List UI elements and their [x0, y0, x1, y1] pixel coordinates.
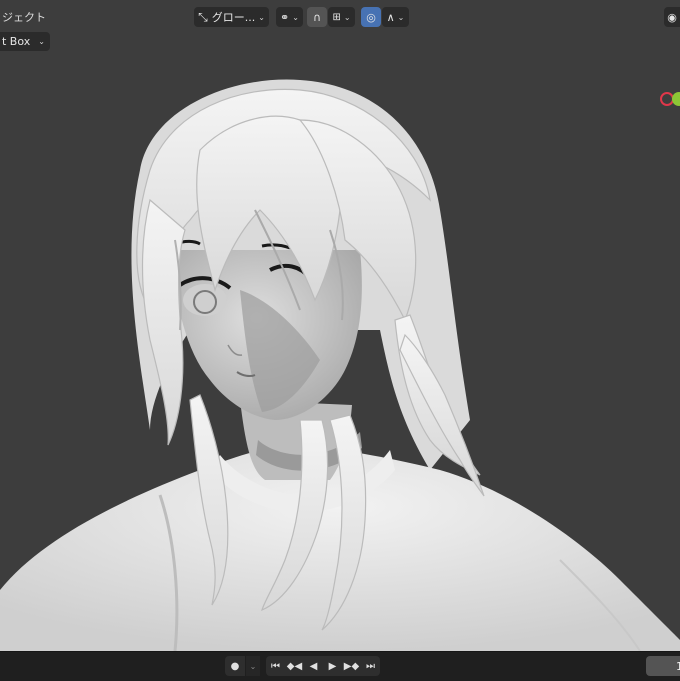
eye-icon: ◉ [667, 10, 677, 24]
transform-orientation-label: グロー... [211, 11, 256, 24]
chevron-down-icon: ⌄ [249, 661, 257, 671]
prev-keyframe-icon: ◆◀ [286, 660, 303, 672]
select-mode-dropdown[interactable]: t Box ⌄ [0, 32, 50, 51]
play-button[interactable]: ▶ [323, 656, 342, 676]
play-reverse-icon: ◀ [309, 660, 318, 672]
current-frame-field[interactable]: 1 [646, 656, 680, 676]
chevron-down-icon: ⌄ [397, 12, 405, 22]
visibility-dropdown[interactable]: ◉ [664, 7, 680, 27]
transform-orientation-dropdown[interactable]: ⤡ グロー... ⌄ [194, 7, 269, 27]
current-frame-value: 1 [676, 659, 680, 673]
jump-start-icon: ⏮ [271, 660, 280, 672]
select-mode-label: t Box [2, 35, 31, 48]
proportional-editing-icon: ◎ [366, 10, 376, 24]
chevron-down-icon: ⌄ [343, 12, 351, 22]
falloff-curve-icon: ∧ [386, 10, 395, 24]
magnet-icon: ∩ [312, 10, 322, 24]
object-menu[interactable]: ジェクト [2, 9, 46, 25]
record-button[interactable]: ● [225, 656, 245, 676]
chevron-down-icon: ⌄ [292, 12, 299, 22]
jump-start-button[interactable]: ⏮ [266, 656, 285, 676]
chevron-down-icon: ⌄ [258, 12, 265, 22]
keying-dropdown[interactable]: ⌄ [246, 656, 260, 676]
proportional-editing-toggle[interactable]: ◎ [361, 7, 381, 27]
link-circles-icon: ⚭ [280, 10, 290, 24]
snap-increment-icon: ⊞ [332, 11, 341, 23]
falloff-dropdown[interactable]: ∧ ⌄ [382, 7, 409, 27]
record-icon: ● [230, 660, 240, 672]
play-icon: ▶ [328, 660, 337, 672]
left-eye [183, 284, 227, 316]
3d-viewport[interactable] [0, 0, 680, 651]
timeline-bar: ● ⌄ ⏮ ◆◀ ◀ ▶ ▶◆ ⏭ 1 [0, 651, 680, 681]
pivot-point-dropdown[interactable]: ⚭ ⌄ [276, 7, 303, 27]
character-model [0, 79, 680, 651]
next-keyframe-icon: ▶◆ [343, 660, 360, 672]
transform-orientation-icon: ⤡ [198, 9, 208, 24]
gizmo-y-axis[interactable] [672, 92, 680, 106]
chevron-down-icon: ⌄ [38, 37, 45, 46]
jump-end-button[interactable]: ⏭ [361, 656, 380, 676]
play-reverse-button[interactable]: ◀ [304, 656, 323, 676]
viewport-header: ジェクト ⤡ グロー... ⌄ ⚭ ⌄ ∩ ⊞ ⌄ ◎ ∧ ⌄ ◉ [0, 0, 680, 30]
snap-toggle[interactable]: ∩ [307, 7, 327, 27]
prev-keyframe-button[interactable]: ◆◀ [285, 656, 304, 676]
jump-end-icon: ⏭ [366, 660, 375, 672]
snap-increment-dropdown[interactable]: ⊞ ⌄ [328, 7, 355, 27]
next-keyframe-button[interactable]: ▶◆ [342, 656, 361, 676]
